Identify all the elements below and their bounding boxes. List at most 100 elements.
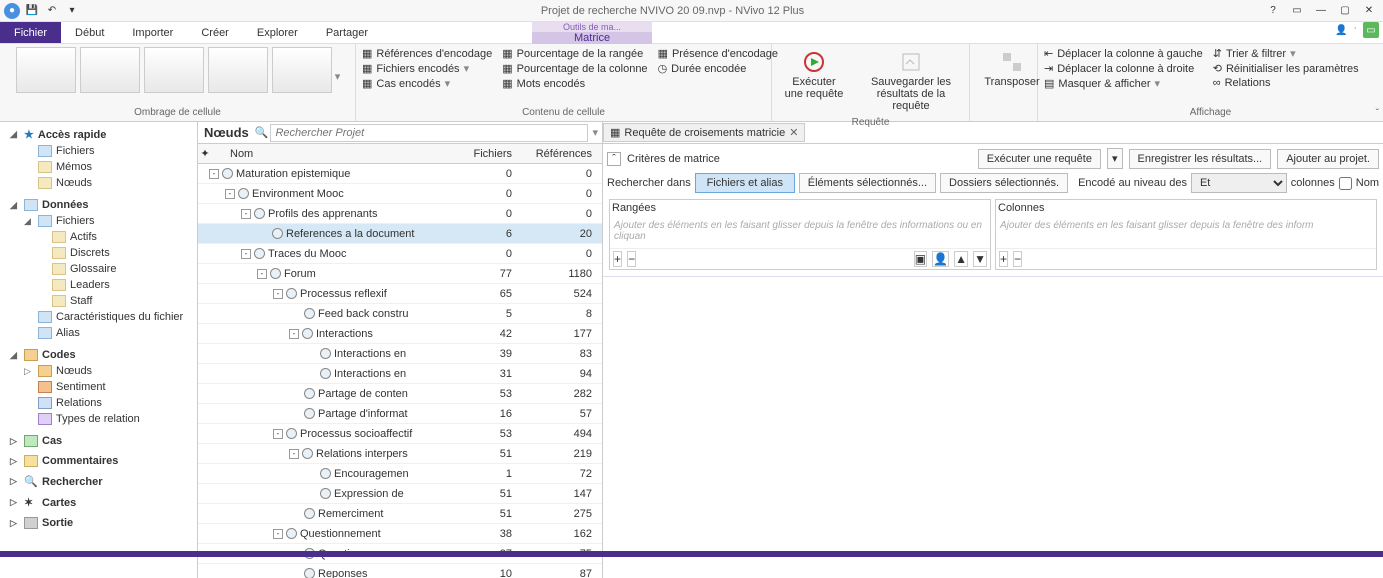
nav-types[interactable]: Types de relation [0, 411, 197, 427]
remove-row-button[interactable]: − [627, 251, 636, 267]
cmd-ref-encodage[interactable]: ▦Références d'encodage [358, 46, 496, 61]
shade-thumb[interactable] [208, 47, 268, 93]
cmd-relations[interactable]: ∞Relations [1209, 76, 1363, 90]
tab-creer[interactable]: Créer [187, 22, 243, 43]
nav-memos[interactable]: Mémos [0, 159, 197, 175]
tab-partager[interactable]: Partager [312, 22, 382, 43]
user-button[interactable]: 👤 [932, 251, 949, 267]
encode-select[interactable]: Et [1191, 173, 1287, 193]
nav-data[interactable]: ◢Données [0, 197, 197, 213]
tab-explorer[interactable]: Explorer [243, 22, 312, 43]
dropdown-icon[interactable]: ▾ [592, 126, 598, 139]
tab-fichier[interactable]: Fichier [0, 22, 61, 43]
cmd-sort[interactable]: ⇵Trier & filtrer ▾ [1209, 46, 1363, 61]
nav-discrets[interactable]: Discrets [0, 245, 197, 261]
node-row[interactable]: -Questionnement38162 [198, 524, 602, 544]
node-row[interactable]: Partage de conten53282 [198, 384, 602, 404]
shade-thumb[interactable] [80, 47, 140, 93]
node-row[interactable]: Reponses1087 [198, 564, 602, 578]
expander-icon[interactable]: - [241, 209, 251, 219]
shade-thumb[interactable] [16, 47, 76, 93]
col-references[interactable]: Références [520, 148, 602, 160]
shade-thumb[interactable] [272, 47, 332, 93]
help-icon[interactable]: ? [1265, 3, 1281, 19]
nav-glossaire[interactable]: Glossaire [0, 261, 197, 277]
add-project-button[interactable]: Ajouter au projet. [1277, 149, 1379, 169]
pin-icon[interactable]: ✦ [198, 147, 212, 160]
tab-matrice[interactable]: Matrice [532, 32, 652, 44]
save-results-button[interactable]: Enregistrer les résultats... [1129, 149, 1272, 169]
shade-thumb[interactable] [144, 47, 204, 93]
add-col-button[interactable]: + [999, 251, 1008, 267]
redo-icon[interactable]: ▾ [64, 3, 80, 19]
expander-icon[interactable]: - [209, 169, 219, 179]
selected-elements-button[interactable]: Éléments sélectionnés... [799, 173, 936, 193]
nav-sentiment[interactable]: Sentiment [0, 379, 197, 395]
node-row[interactable]: -Profils des apprenants00 [198, 204, 602, 224]
cmd-execute-query[interactable]: Exécuter une requête [774, 46, 854, 104]
node-row[interactable]: -Traces du Mooc00 [198, 244, 602, 264]
cmd-duree[interactable]: ◷Durée encodée [654, 61, 782, 76]
close-icon[interactable]: ✕ [1361, 3, 1377, 19]
save-icon[interactable]: 💾 [24, 3, 40, 19]
nav-codes[interactable]: ◢Codes [0, 347, 197, 363]
nav-maps[interactable]: ▷✶Cartes [0, 494, 197, 511]
node-row[interactable]: -Interactions42177 [198, 324, 602, 344]
node-row[interactable]: -Relations interpers51219 [198, 444, 602, 464]
expander-icon[interactable]: - [289, 329, 299, 339]
nav-actifs[interactable]: Actifs [0, 229, 197, 245]
nav-carac[interactable]: Caractéristiques du fichier [0, 309, 197, 325]
nodes-search-input[interactable] [270, 124, 588, 142]
expander-icon[interactable]: - [289, 449, 299, 459]
up-button[interactable]: ▲ [954, 251, 968, 267]
node-row[interactable]: -Processus reflexif65524 [198, 284, 602, 304]
cmd-pct-row[interactable]: ▦Pourcentage de la rangée [498, 46, 651, 61]
cmd-move-right[interactable]: ⇥Déplacer la colonne à droite [1040, 61, 1207, 76]
cmd-move-left[interactable]: ⇤Déplacer la colonne à gauche [1040, 46, 1207, 61]
nav-comments[interactable]: ▷Commentaires [0, 453, 197, 469]
cmd-mots[interactable]: ▦Mots encodés [498, 76, 651, 91]
rows-drop[interactable]: Ajouter des éléments en les faisant glis… [610, 216, 990, 248]
expander-icon[interactable]: - [225, 189, 235, 199]
run-query-dropdown[interactable]: ▾ [1107, 148, 1123, 169]
remove-col-button[interactable]: − [1013, 251, 1022, 267]
node-row[interactable]: Feed back constru58 [198, 304, 602, 324]
cmd-mask[interactable]: ▤Masquer & afficher ▾ [1040, 76, 1207, 91]
col-name[interactable]: Nom [212, 148, 448, 160]
toggle-button[interactable]: ▣ [914, 251, 927, 267]
add-row-button[interactable]: + [613, 251, 622, 267]
nav-data-fichiers[interactable]: ◢Fichiers [0, 213, 197, 229]
nav-staff[interactable]: Staff [0, 293, 197, 309]
user-icon[interactable]: 👤 [1333, 22, 1349, 38]
collapse-icon[interactable]: ˆ [607, 152, 621, 166]
node-row[interactable]: -Maturation epistemique00 [198, 164, 602, 184]
down-button[interactable]: ▼ [973, 251, 987, 267]
nav-alias[interactable]: Alias [0, 325, 197, 341]
cmd-cas-encodes[interactable]: ▦Cas encodés ▾ [358, 76, 496, 91]
node-row[interactable]: Interactions en3194 [198, 364, 602, 384]
cmd-presence[interactable]: ▦Présence d'encodage [654, 46, 782, 61]
undo-icon[interactable]: ↶ [44, 3, 60, 19]
expander-icon[interactable]: - [241, 249, 251, 259]
cmd-save-results[interactable]: Sauvegarder les résultats de la requête [856, 46, 966, 116]
files-alias-button[interactable]: Fichiers et alias [695, 173, 795, 193]
expander-icon[interactable]: - [273, 429, 283, 439]
node-row[interactable]: Partage d'informat1657 [198, 404, 602, 424]
col-fichiers[interactable]: Fichiers [448, 148, 520, 160]
tab-importer[interactable]: Importer [118, 22, 187, 43]
nav-leaders[interactable]: Leaders [0, 277, 197, 293]
node-row[interactable]: -Processus socioaffectif53494 [198, 424, 602, 444]
cols-drop[interactable]: Ajouter des éléments en les faisant glis… [996, 216, 1376, 248]
cmd-pct-col[interactable]: ▦Pourcentage de la colonne [498, 61, 651, 76]
name-checkbox[interactable] [1339, 177, 1352, 190]
nav-cas[interactable]: ▷Cas [0, 433, 197, 449]
node-row[interactable]: Expression de51147 [198, 484, 602, 504]
nav-codes-noeuds[interactable]: ▷Nœuds [0, 363, 197, 379]
nav-output[interactable]: ▷Sortie [0, 515, 197, 531]
nav-quick-access[interactable]: ◢★Accès rapide [0, 126, 197, 143]
expander-icon[interactable]: - [273, 289, 283, 299]
expander-icon[interactable]: - [273, 529, 283, 539]
node-row[interactable]: Interactions en3983 [198, 344, 602, 364]
nav-search[interactable]: ▷🔍Rechercher [0, 473, 197, 490]
node-row[interactable]: -Environment Mooc00 [198, 184, 602, 204]
